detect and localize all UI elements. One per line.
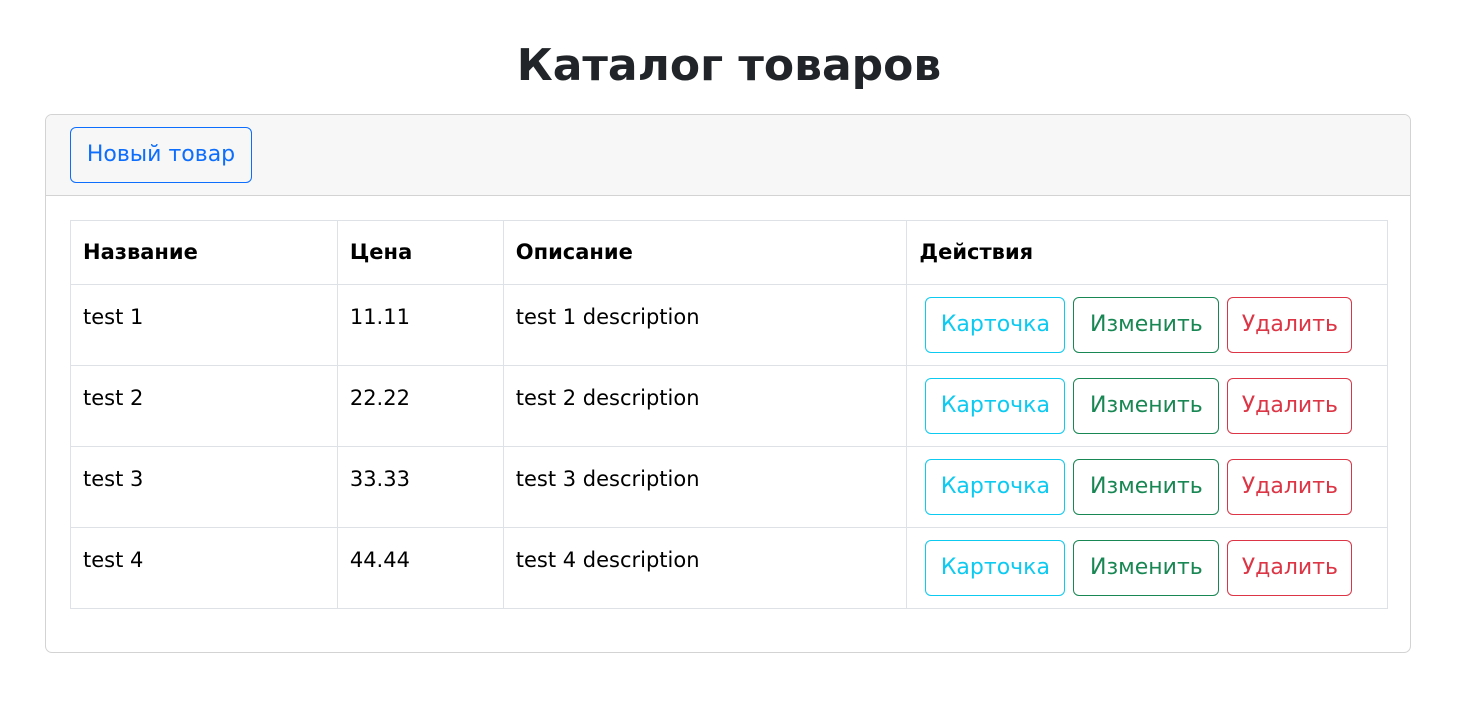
card-button[interactable]: Карточка [925,459,1066,515]
cell-name: test 1 [70,284,338,366]
table-row: test 3 33.33 test 3 description Карточка… [70,446,1388,528]
cell-actions: Карточка Изменить Удалить [906,365,1388,447]
delete-button[interactable]: Удалить [1227,297,1353,353]
table-row: test 2 22.22 test 2 description Карточка… [70,365,1388,447]
cell-description: test 2 description [502,365,908,447]
header-name: Название [70,220,338,285]
cell-actions: Карточка Изменить Удалить [906,446,1388,528]
card-button[interactable]: Карточка [925,297,1066,353]
card-button[interactable]: Карточка [925,540,1066,596]
header-actions: Действия [906,220,1388,285]
delete-button[interactable]: Удалить [1227,459,1353,515]
cell-name: test 2 [70,365,338,447]
cell-name: test 3 [70,446,338,528]
cell-description: test 4 description [502,527,908,609]
cell-price: 44.44 [336,527,504,609]
cell-description: test 3 description [502,446,908,528]
card-button[interactable]: Карточка [925,378,1066,434]
header-price: Цена [336,220,504,285]
cell-price: 11.11 [336,284,504,366]
header-description: Описание [502,220,908,285]
new-product-button[interactable]: Новый товар [70,127,252,183]
edit-button[interactable]: Изменить [1073,378,1220,434]
card-body: Название Цена Описание Действия test 1 1… [70,220,1388,609]
card-header: Новый товар [46,115,1410,196]
table-header-row: Название Цена Описание Действия [70,220,1388,285]
page-title: Каталог товаров [516,40,942,91]
delete-button[interactable]: Удалить [1227,540,1353,596]
catalog-card: Новый товар Название Цена Описание Дейст… [45,114,1411,653]
cell-actions: Карточка Изменить Удалить [906,527,1388,609]
edit-button[interactable]: Изменить [1073,297,1220,353]
table-row: test 1 11.11 test 1 description Карточка… [70,284,1388,366]
edit-button[interactable]: Изменить [1073,459,1220,515]
delete-button[interactable]: Удалить [1227,378,1353,434]
cell-price: 22.22 [336,365,504,447]
cell-description: test 1 description [502,284,908,366]
table-row: test 4 44.44 test 4 description Карточка… [70,527,1388,609]
edit-button[interactable]: Изменить [1073,540,1220,596]
cell-name: test 4 [70,527,338,609]
cell-price: 33.33 [336,446,504,528]
products-table: Название Цена Описание Действия test 1 1… [70,220,1388,609]
cell-actions: Карточка Изменить Удалить [906,284,1388,366]
